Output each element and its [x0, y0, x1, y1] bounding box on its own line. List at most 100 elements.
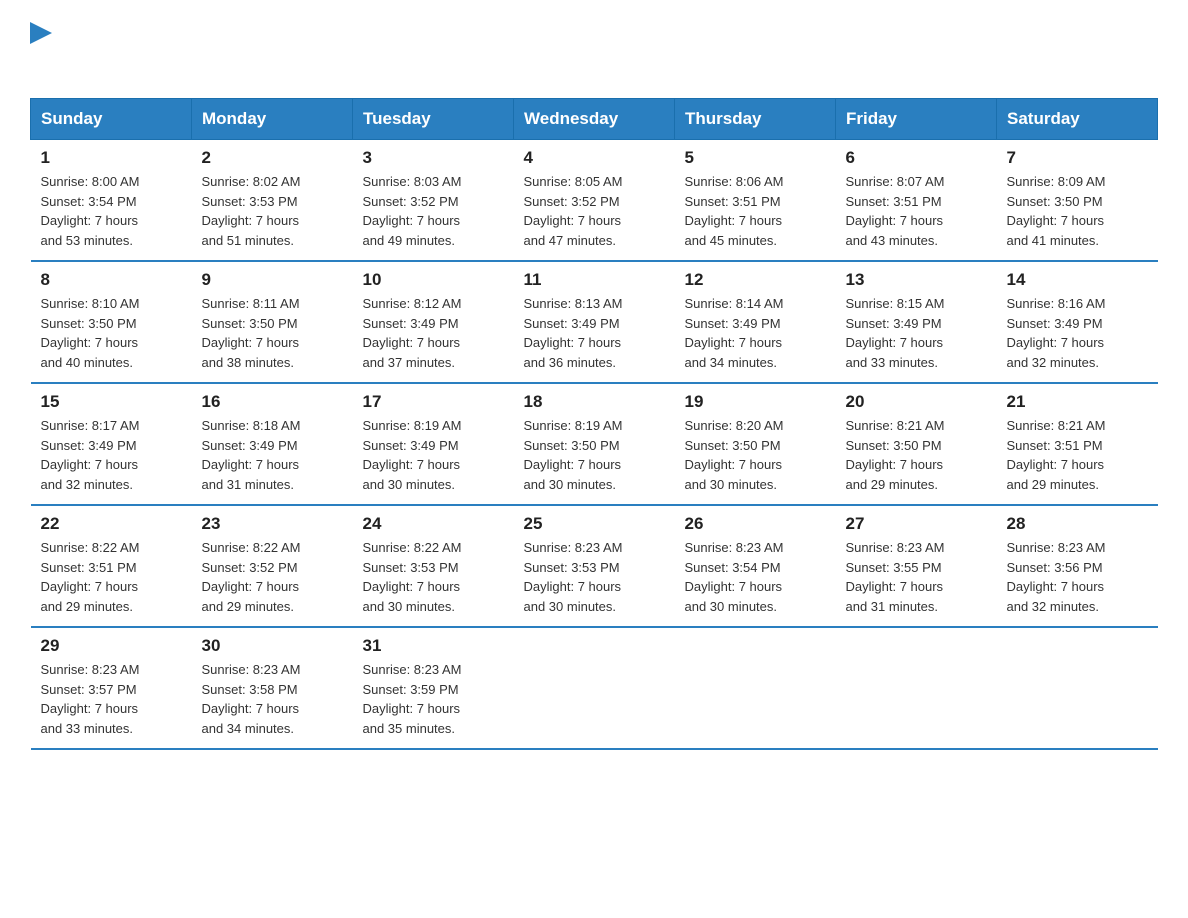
day-number: 19 [685, 392, 826, 412]
calendar-day-header: Friday [836, 99, 997, 140]
day-info: Sunrise: 8:19 AMSunset: 3:50 PMDaylight:… [524, 416, 665, 494]
day-info: Sunrise: 8:14 AMSunset: 3:49 PMDaylight:… [685, 294, 826, 372]
day-info: Sunrise: 8:22 AMSunset: 3:53 PMDaylight:… [363, 538, 504, 616]
day-info: Sunrise: 8:16 AMSunset: 3:49 PMDaylight:… [1007, 294, 1148, 372]
calendar-week-row: 1Sunrise: 8:00 AMSunset: 3:54 PMDaylight… [31, 140, 1158, 262]
calendar-day-cell: 26Sunrise: 8:23 AMSunset: 3:54 PMDayligh… [675, 505, 836, 627]
calendar-day-cell [836, 627, 997, 749]
calendar-week-row: 29 Sunrise: 8:23 AMSunset: 3:57 PMDayligh… [31, 627, 1158, 749]
day-number: 28 [1007, 514, 1148, 534]
calendar-day-cell: 16 Sunrise: 8:18 AMSunset: 3:49 PMDayligh… [192, 383, 353, 505]
calendar-day-cell: 7 Sunrise: 8:09 AMSunset: 3:50 PMDaylight… [997, 140, 1158, 262]
day-info: Sunrise: 8:20 AMSunset: 3:50 PMDaylight:… [685, 416, 826, 494]
day-info: Sunrise: 8:23 AMSunset: 3:58 PMDaylight:… [202, 660, 343, 738]
day-number: 7 [1007, 148, 1148, 168]
day-number: 14 [1007, 270, 1148, 290]
day-number: 10 [363, 270, 504, 290]
day-number: 12 [685, 270, 826, 290]
day-number: 31 [363, 636, 504, 656]
calendar-day-cell: 10 Sunrise: 8:12 AMSunset: 3:49 PMDayligh… [353, 261, 514, 383]
calendar-day-cell [675, 627, 836, 749]
calendar-day-cell: 20Sunrise: 8:21 AMSunset: 3:50 PMDayligh… [836, 383, 997, 505]
calendar-day-cell [997, 627, 1158, 749]
day-number: 9 [202, 270, 343, 290]
day-info: Sunrise: 8:23 AMSunset: 3:57 PMDaylight:… [41, 660, 182, 738]
calendar-day-cell: 13 Sunrise: 8:15 AMSunset: 3:49 PMDayligh… [836, 261, 997, 383]
day-info: Sunrise: 8:05 AMSunset: 3:52 PMDaylight:… [524, 172, 665, 250]
day-number: 16 [202, 392, 343, 412]
day-number: 29 [41, 636, 182, 656]
day-info: Sunrise: 8:03 AMSunset: 3:52 PMDaylight:… [363, 172, 504, 250]
page-header [30, 20, 1158, 78]
day-number: 8 [41, 270, 182, 290]
calendar-day-cell: 4 Sunrise: 8:05 AMSunset: 3:52 PMDaylight… [514, 140, 675, 262]
day-info: Sunrise: 8:07 AMSunset: 3:51 PMDaylight:… [846, 172, 987, 250]
calendar-day-cell: 6 Sunrise: 8:07 AMSunset: 3:51 PMDaylight… [836, 140, 997, 262]
calendar-day-cell: 21Sunrise: 8:21 AMSunset: 3:51 PMDayligh… [997, 383, 1158, 505]
day-number: 24 [363, 514, 504, 534]
day-number: 11 [524, 270, 665, 290]
calendar-day-header: Monday [192, 99, 353, 140]
calendar-day-cell: 29 Sunrise: 8:23 AMSunset: 3:57 PMDayligh… [31, 627, 192, 749]
calendar-day-cell: 22 Sunrise: 8:22 AMSunset: 3:51 PMDayligh… [31, 505, 192, 627]
calendar-day-header: Thursday [675, 99, 836, 140]
calendar-day-header: Sunday [31, 99, 192, 140]
calendar-day-header: Wednesday [514, 99, 675, 140]
calendar-day-cell: 19 Sunrise: 8:20 AMSunset: 3:50 PMDayligh… [675, 383, 836, 505]
day-number: 13 [846, 270, 987, 290]
day-number: 17 [363, 392, 504, 412]
day-info: Sunrise: 8:10 AMSunset: 3:50 PMDaylight:… [41, 294, 182, 372]
logo-triangle-icon [30, 20, 52, 46]
calendar-day-cell: 30 Sunrise: 8:23 AMSunset: 3:58 PMDayligh… [192, 627, 353, 749]
day-number: 6 [846, 148, 987, 168]
calendar-day-cell: 2 Sunrise: 8:02 AMSunset: 3:53 PMDaylight… [192, 140, 353, 262]
calendar-day-cell: 8 Sunrise: 8:10 AMSunset: 3:50 PMDaylight… [31, 261, 192, 383]
day-info: Sunrise: 8:15 AMSunset: 3:49 PMDaylight:… [846, 294, 987, 372]
calendar-day-cell: 3Sunrise: 8:03 AMSunset: 3:52 PMDaylight… [353, 140, 514, 262]
day-info: Sunrise: 8:22 AMSunset: 3:52 PMDaylight:… [202, 538, 343, 616]
day-number: 18 [524, 392, 665, 412]
calendar-day-cell [514, 627, 675, 749]
day-number: 2 [202, 148, 343, 168]
calendar-day-cell: 15Sunrise: 8:17 AMSunset: 3:49 PMDayligh… [31, 383, 192, 505]
day-info: Sunrise: 8:23 AMSunset: 3:59 PMDaylight:… [363, 660, 504, 738]
day-info: Sunrise: 8:02 AMSunset: 3:53 PMDaylight:… [202, 172, 343, 250]
day-info: Sunrise: 8:21 AMSunset: 3:51 PMDaylight:… [1007, 416, 1148, 494]
day-info: Sunrise: 8:18 AMSunset: 3:49 PMDaylight:… [202, 416, 343, 494]
calendar-day-cell: 5 Sunrise: 8:06 AMSunset: 3:51 PMDaylight… [675, 140, 836, 262]
day-number: 4 [524, 148, 665, 168]
day-number: 22 [41, 514, 182, 534]
day-info: Sunrise: 8:23 AMSunset: 3:53 PMDaylight:… [524, 538, 665, 616]
calendar-week-row: 15Sunrise: 8:17 AMSunset: 3:49 PMDayligh… [31, 383, 1158, 505]
day-number: 30 [202, 636, 343, 656]
day-number: 5 [685, 148, 826, 168]
day-info: Sunrise: 8:06 AMSunset: 3:51 PMDaylight:… [685, 172, 826, 250]
calendar-day-cell: 17Sunrise: 8:19 AMSunset: 3:49 PMDayligh… [353, 383, 514, 505]
day-info: Sunrise: 8:23 AMSunset: 3:56 PMDaylight:… [1007, 538, 1148, 616]
day-info: Sunrise: 8:21 AMSunset: 3:50 PMDaylight:… [846, 416, 987, 494]
day-info: Sunrise: 8:00 AMSunset: 3:54 PMDaylight:… [41, 172, 182, 250]
day-info: Sunrise: 8:12 AMSunset: 3:49 PMDaylight:… [363, 294, 504, 372]
day-info: Sunrise: 8:13 AMSunset: 3:49 PMDaylight:… [524, 294, 665, 372]
calendar-day-cell: 1Sunrise: 8:00 AMSunset: 3:54 PMDaylight… [31, 140, 192, 262]
calendar-day-cell: 9 Sunrise: 8:11 AMSunset: 3:50 PMDaylight… [192, 261, 353, 383]
day-number: 23 [202, 514, 343, 534]
day-number: 26 [685, 514, 826, 534]
calendar-week-row: 8 Sunrise: 8:10 AMSunset: 3:50 PMDaylight… [31, 261, 1158, 383]
calendar-day-cell: 18 Sunrise: 8:19 AMSunset: 3:50 PMDayligh… [514, 383, 675, 505]
day-info: Sunrise: 8:11 AMSunset: 3:50 PMDaylight:… [202, 294, 343, 372]
calendar-day-cell: 11 Sunrise: 8:13 AMSunset: 3:49 PMDayligh… [514, 261, 675, 383]
day-info: Sunrise: 8:09 AMSunset: 3:50 PMDaylight:… [1007, 172, 1148, 250]
day-info: Sunrise: 8:17 AMSunset: 3:49 PMDaylight:… [41, 416, 182, 494]
calendar-day-cell: 12 Sunrise: 8:14 AMSunset: 3:49 PMDayligh… [675, 261, 836, 383]
calendar-day-cell: 31 Sunrise: 8:23 AMSunset: 3:59 PMDayligh… [353, 627, 514, 749]
day-number: 25 [524, 514, 665, 534]
day-info: Sunrise: 8:22 AMSunset: 3:51 PMDaylight:… [41, 538, 182, 616]
calendar-day-cell: 28 Sunrise: 8:23 AMSunset: 3:56 PMDayligh… [997, 505, 1158, 627]
calendar-day-header: Tuesday [353, 99, 514, 140]
calendar-table: SundayMondayTuesdayWednesdayThursdayFrid… [30, 98, 1158, 750]
calendar-day-cell: 14 Sunrise: 8:16 AMSunset: 3:49 PMDayligh… [997, 261, 1158, 383]
calendar-day-cell: 24 Sunrise: 8:22 AMSunset: 3:53 PMDayligh… [353, 505, 514, 627]
calendar-day-cell: 27Sunrise: 8:23 AMSunset: 3:55 PMDayligh… [836, 505, 997, 627]
day-info: Sunrise: 8:23 AMSunset: 3:55 PMDaylight:… [846, 538, 987, 616]
